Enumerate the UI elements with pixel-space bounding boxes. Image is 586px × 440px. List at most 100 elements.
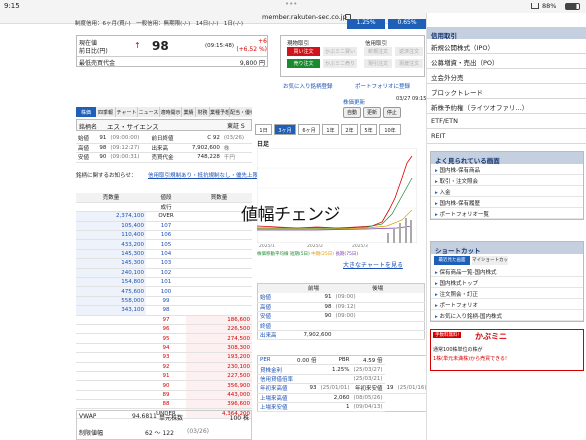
ob-price[interactable]: 93 [146, 352, 186, 363]
period-tab[interactable]: 2年 [341, 124, 358, 135]
ob-sell-qty[interactable]: 145,300 [76, 249, 146, 260]
shortcut-item[interactable]: ▸ お気に入り銘柄-国内株式 [431, 310, 583, 321]
auto-button[interactable]: 自動 [343, 107, 362, 118]
table-row[interactable]: 154,800 101 [76, 277, 252, 288]
ob-sell-qty[interactable]: 240,100 [76, 268, 146, 279]
ob-sell-qty[interactable]: 145,300 [76, 258, 146, 269]
ob-buy-qty[interactable]: 443,000 [186, 390, 252, 401]
popular-item[interactable]: ▸ 国内株-保有商品 [431, 164, 583, 175]
tab-shikiho[interactable]: 四季報 [96, 107, 116, 117]
ob-buy-qty[interactable]: 396,600 [186, 399, 252, 410]
table-row[interactable]: 105,400 107 [76, 221, 252, 232]
sidebar-item[interactable]: ブロックトレード [427, 84, 586, 99]
shortcut-label[interactable]: 保有商品一覧-国内株式 [440, 270, 497, 276]
table-row[interactable]: 成行 [76, 202, 252, 213]
ob-price[interactable]: 105 [146, 239, 186, 250]
ob-price[interactable]: 90 [146, 380, 186, 391]
ob-buy-qty[interactable]: 274,500 [186, 333, 252, 344]
shortcut-label[interactable]: お気に入り銘柄-国内株式 [440, 314, 503, 320]
ob-sell-qty[interactable]: 343,100 [76, 305, 146, 316]
table-row[interactable]: 90 356,900 [76, 380, 252, 391]
ob-buy-qty[interactable]: 227,500 [186, 371, 252, 382]
ob-sell-qty[interactable]: 558,000 [76, 296, 146, 307]
ob-sell-qty[interactable] [76, 371, 146, 382]
popular-item[interactable]: ▸ 国内株-保有履歴 [431, 197, 583, 208]
tab-earnings[interactable]: 業績 [182, 107, 196, 117]
margin-new-button[interactable]: 新規注文 [364, 47, 392, 56]
kabumini-sell-button[interactable]: かぶミニ売り [323, 59, 357, 68]
ob-price[interactable]: 成行 [146, 202, 186, 213]
ob-price[interactable]: 88 [146, 399, 186, 410]
tab-financial[interactable]: 財務 [196, 107, 210, 117]
buy-spot-button[interactable]: 買い注文 [287, 47, 320, 56]
period-tab[interactable]: 1日 [255, 124, 272, 135]
table-row[interactable]: 97 186,600 [76, 315, 252, 325]
ob-price[interactable]: 89 [146, 390, 186, 401]
shortcut-item[interactable]: ▸ 国内株式トップ [431, 277, 583, 288]
tab-disclosure[interactable]: 適時開示 [160, 107, 182, 117]
sidebar-item[interactable]: 新株予約権（ライツオファリ...） [427, 99, 586, 114]
ob-sell-qty[interactable] [76, 202, 146, 213]
period-tab[interactable]: 1年 [322, 124, 339, 135]
ob-buy-qty[interactable] [186, 239, 252, 250]
stop-button[interactable]: 停止 [382, 107, 401, 118]
sidebar-item[interactable]: 立会外分売 [427, 69, 586, 84]
table-row[interactable]: 89 443,000 [76, 390, 252, 401]
kabumini-promo[interactable]: 手数料無料! かぶミニ 通常100株単位の株が 1株(単元未満株)から売買できる… [430, 329, 584, 371]
ob-price[interactable]: 99 [146, 296, 186, 307]
ob-sell-qty[interactable]: 2,374,100 [76, 211, 146, 222]
ob-sell-qty[interactable] [76, 362, 146, 372]
table-row[interactable]: 475,600 100 [76, 286, 252, 297]
shortcut-item[interactable]: ▸ 注文照会・訂正 [431, 288, 583, 299]
ob-sell-qty[interactable] [76, 399, 146, 410]
popular-label[interactable]: ポートフォリオ一覧 [440, 212, 490, 218]
margin-close-button[interactable]: 返済注文 [395, 47, 423, 56]
ob-buy-qty[interactable] [186, 286, 252, 297]
table-row[interactable]: 92 230,100 [76, 362, 252, 372]
table-row[interactable]: 95 274,500 [76, 333, 252, 344]
period-tab[interactable]: 3ヶ月 [274, 124, 296, 135]
ob-price[interactable]: 101 [146, 277, 186, 288]
popular-label[interactable]: 国内株-保有商品 [440, 168, 481, 174]
ob-buy-qty[interactable]: 193,200 [186, 352, 252, 363]
ob-buy-qty[interactable] [186, 258, 252, 269]
ob-price[interactable]: 107 [146, 221, 186, 232]
ob-buy-qty[interactable]: 230,100 [186, 362, 252, 372]
ob-price[interactable]: 98 [146, 305, 186, 316]
table-row[interactable]: 110,400 106 [76, 230, 252, 241]
ob-buy-qty[interactable] [186, 249, 252, 260]
ob-buy-qty[interactable] [186, 296, 252, 307]
tab-chart[interactable]: チャート [116, 107, 138, 117]
period-tab[interactable]: 5年 [360, 124, 377, 135]
shortcut-item[interactable]: ▸ 保有商品一覧-国内株式 [431, 266, 583, 277]
ob-price[interactable]: 103 [146, 258, 186, 269]
ob-buy-qty[interactable] [186, 305, 252, 316]
ob-price[interactable]: 106 [146, 230, 186, 241]
sidebar-item[interactable]: ETF/ETN [427, 114, 586, 129]
kabumini-buy-button[interactable]: かぶミニ買い [323, 47, 357, 56]
popular-label[interactable]: 取引・注文照会 [440, 179, 479, 185]
table-row[interactable]: 433,200 105 [76, 239, 252, 250]
notice-links[interactable]: 信用取引規制あり・抵抗規制なし・優先上限 [148, 171, 258, 179]
ob-sell-qty[interactable] [76, 390, 146, 401]
ob-buy-qty[interactable]: 356,900 [186, 380, 252, 391]
ob-sell-qty[interactable] [76, 343, 146, 354]
table-row[interactable]: 343,100 98 [76, 305, 252, 316]
ob-sell-qty[interactable] [76, 380, 146, 391]
sidebar-item[interactable]: 新規公開株式（IPO） [427, 39, 586, 54]
ob-sell-qty[interactable]: 154,800 [76, 277, 146, 288]
shortcut-label[interactable]: ポートフォリオ [440, 303, 479, 309]
ob-price[interactable]: 97 [146, 315, 186, 325]
table-row[interactable]: 145,300 104 [76, 249, 252, 260]
ob-buy-qty[interactable] [186, 277, 252, 288]
table-row[interactable]: 96 226,500 [76, 324, 252, 335]
table-row[interactable]: 145,300 103 [76, 258, 252, 269]
portfolio-link[interactable]: ポートフォリオに登録 [355, 82, 410, 90]
period-tab[interactable]: 6ヶ月 [298, 124, 320, 135]
ob-buy-qty[interactable]: 308,300 [186, 343, 252, 354]
ob-sell-qty[interactable]: 475,600 [76, 286, 146, 297]
period-tab[interactable]: 10年 [379, 124, 401, 135]
favorite-link[interactable]: お気に入り銘柄登録 [283, 82, 333, 90]
ob-price[interactable]: 95 [146, 333, 186, 344]
margin-receive-button[interactable]: 現引注文 [364, 59, 392, 68]
